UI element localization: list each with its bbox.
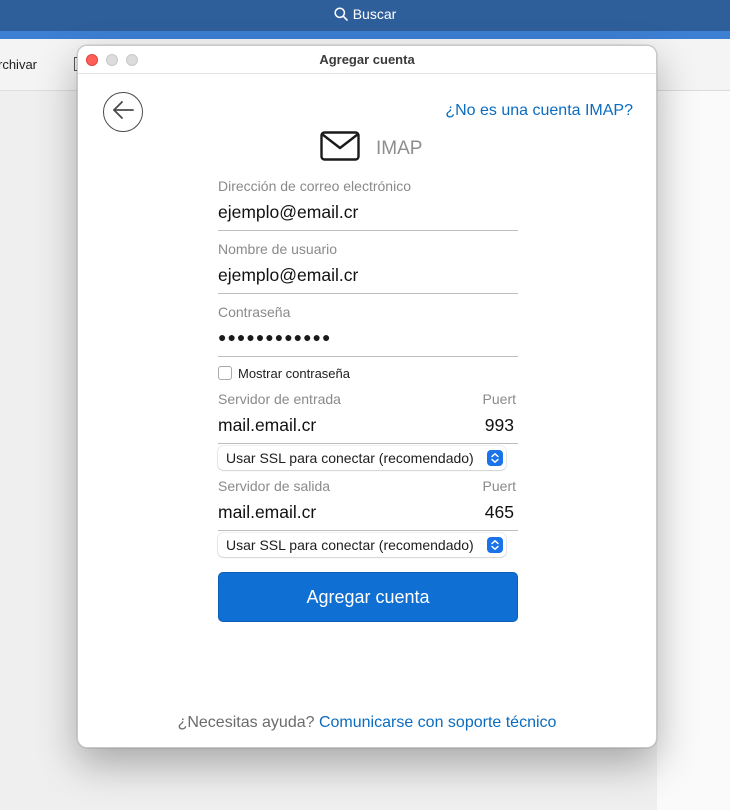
incoming-ssl-selected: Usar SSL para conectar (recomendado) [226, 450, 474, 466]
email-label: Dirección de correo electrónico [218, 178, 411, 194]
incoming-port-label: Puert [482, 391, 516, 407]
add-account-button[interactable]: Agregar cuenta [218, 572, 518, 622]
outgoing-port-label: Puert [482, 478, 516, 494]
chevron-updown-icon [487, 450, 503, 466]
arrow-left-icon [111, 100, 135, 125]
outgoing-ssl-select[interactable]: Usar SSL para conectar (recomendado) [218, 533, 506, 557]
incoming-server-field[interactable]: mail.email.cr [218, 415, 316, 436]
not-imap-account-link[interactable]: ¿No es una cuenta IMAP? [445, 102, 633, 120]
help-text: ¿Necesitas ayuda? [177, 714, 319, 731]
dialog-titlebar: Agregar cuenta [78, 46, 656, 74]
incoming-port-field[interactable]: 993 [485, 415, 514, 436]
account-type-header: IMAP [320, 131, 422, 166]
app-search-button[interactable]: Buscar [0, 6, 730, 22]
password-field[interactable]: ●●●●●●●●●●●● [218, 329, 331, 345]
chevron-updown-icon [487, 537, 503, 553]
username-underline [218, 293, 518, 294]
add-account-dialog: Agregar cuenta ¿No es una cuenta IMAP? I… [77, 45, 657, 748]
outgoing-ssl-selected: Usar SSL para conectar (recomendado) [226, 537, 474, 553]
email-field[interactable]: ejemplo@email.cr [218, 202, 358, 223]
contact-support-link[interactable]: Comunicarse con soporte técnico [319, 714, 556, 731]
dialog-title: Agregar cuenta [319, 52, 415, 67]
incoming-server-underline [218, 443, 518, 444]
app-right-panel [657, 91, 730, 810]
envelope-icon [320, 131, 360, 166]
back-button[interactable] [103, 92, 143, 132]
username-label: Nombre de usuario [218, 241, 338, 257]
ribbon-archive-button[interactable]: rchivar [0, 57, 37, 72]
app-titlebar: Buscar [0, 0, 730, 31]
email-underline [218, 230, 518, 231]
incoming-server-label: Servidor de entrada [218, 391, 341, 407]
outgoing-server-label: Servidor de salida [218, 478, 331, 494]
password-label: Contraseña [218, 304, 291, 320]
account-type-label: IMAP [376, 137, 423, 159]
show-password-label[interactable]: Mostrar contraseña [238, 366, 350, 381]
outgoing-server-underline [218, 530, 518, 531]
app-accent-strip [0, 31, 730, 39]
incoming-ssl-select[interactable]: Usar SSL para conectar (recomendado) [218, 446, 506, 470]
password-underline [218, 356, 518, 357]
help-row: ¿Necesitas ayuda? Comunicarse con soport… [78, 714, 656, 732]
username-field[interactable]: ejemplo@email.cr [218, 265, 358, 286]
show-password-checkbox[interactable] [218, 366, 232, 380]
outgoing-server-field[interactable]: mail.email.cr [218, 502, 316, 523]
search-icon [334, 7, 348, 21]
outgoing-port-field[interactable]: 465 [485, 502, 514, 523]
app-search-label: Buscar [352, 6, 397, 22]
